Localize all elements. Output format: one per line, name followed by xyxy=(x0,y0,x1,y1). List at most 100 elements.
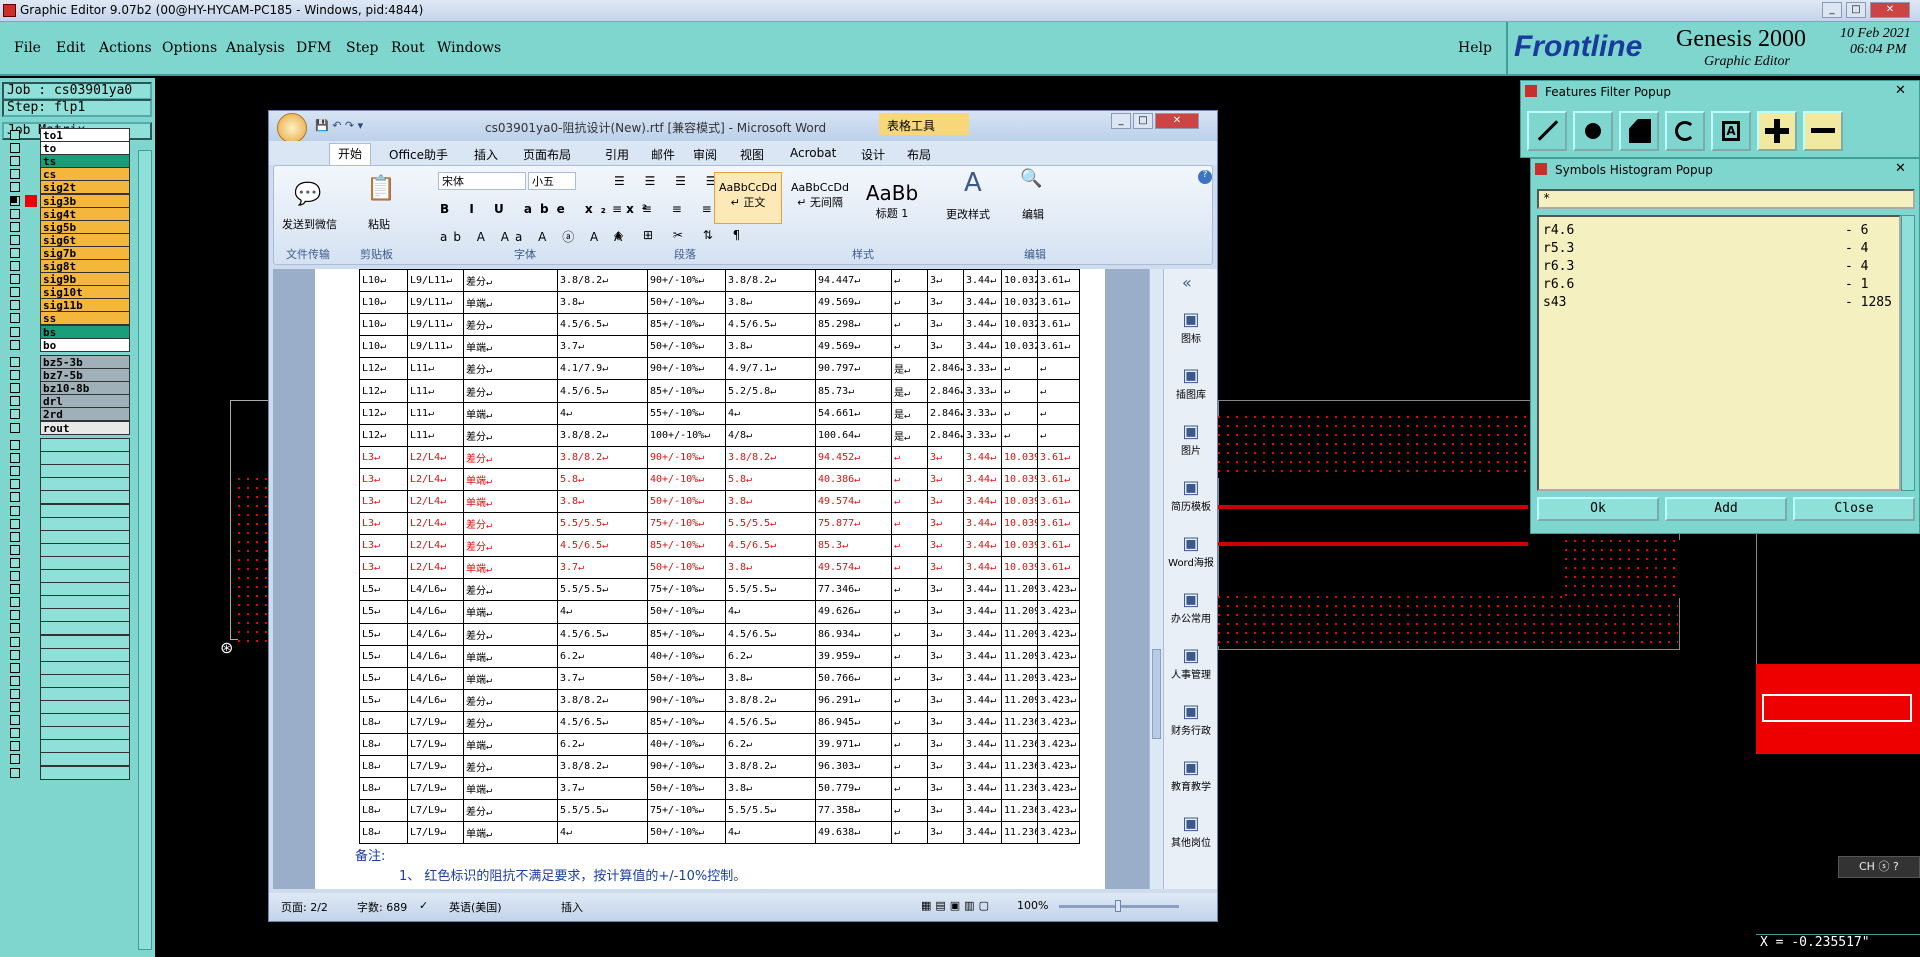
table-cell[interactable]: 单端↵ xyxy=(463,401,558,425)
table-cell[interactable]: L5↵ xyxy=(359,600,408,624)
table-cell[interactable]: ↵ xyxy=(891,755,928,779)
table-cell[interactable]: 3.44↵ xyxy=(963,335,1002,359)
table-cell[interactable]: 3↵ xyxy=(927,556,964,580)
layer-row[interactable] xyxy=(8,660,130,675)
layer-checkbox[interactable] xyxy=(10,715,20,726)
table-cell[interactable]: 3.44↵ xyxy=(963,556,1002,580)
table-cell[interactable]: 4.5/6.5↵ xyxy=(557,534,648,558)
table-cell[interactable]: 是↵ xyxy=(891,401,928,425)
table-cell[interactable]: L2/L4↵ xyxy=(407,512,464,536)
table-cell[interactable]: 86.934↵ xyxy=(815,622,892,646)
table-cell[interactable]: 2.846↵ xyxy=(927,423,964,447)
table-cell[interactable]: 10.039↵ xyxy=(1001,534,1038,558)
layer-checkbox[interactable] xyxy=(10,221,20,232)
table-cell[interactable]: 3↵ xyxy=(927,644,964,668)
table-cell[interactable]: ↵ xyxy=(891,777,928,801)
table-cell[interactable]: L5↵ xyxy=(359,666,408,690)
table-cell[interactable]: 3.44↵ xyxy=(963,534,1002,558)
table-cell[interactable]: 49.626↵ xyxy=(815,600,892,624)
table-cell[interactable]: 3.423↵ xyxy=(1037,777,1080,801)
table-cell[interactable]: 单端↵ xyxy=(463,467,558,491)
table-cell[interactable]: ↵ xyxy=(891,489,928,514)
scroll-thumb[interactable] xyxy=(1152,649,1161,739)
table-cell[interactable]: 3↵ xyxy=(927,799,964,823)
table-cell[interactable]: 49.574↵ xyxy=(815,556,892,580)
layer-checkbox[interactable] xyxy=(10,234,20,245)
table-cell[interactable]: 单端↵ xyxy=(463,489,558,514)
table-cell[interactable]: 3.44↵ xyxy=(963,666,1002,690)
side-panel-item[interactable]: ▣ 教育教学 xyxy=(1164,757,1218,793)
layer-checkbox[interactable] xyxy=(10,396,20,407)
edit-button[interactable]: 编辑 xyxy=(1022,206,1044,222)
table-cell[interactable]: 11.236↵ xyxy=(1001,799,1038,823)
table-cell[interactable]: 85+/-10%↵ xyxy=(647,710,726,734)
layer-row[interactable]: ss xyxy=(8,311,130,326)
table-cell[interactable]: 10.032↵ xyxy=(1001,335,1038,359)
table-cell[interactable]: 10.039↵ xyxy=(1001,512,1038,536)
layer-row[interactable] xyxy=(8,634,130,649)
table-cell[interactable]: 96.291↵ xyxy=(815,688,892,712)
layer-row[interactable] xyxy=(8,503,130,518)
table-cell[interactable]: 85+/-10%↵ xyxy=(647,534,726,558)
ribbon-tab[interactable]: 布局 xyxy=(907,146,931,163)
table-cell[interactable]: 是↵ xyxy=(891,423,928,447)
table-cell[interactable]: 3.33↵ xyxy=(963,379,1002,403)
table-cell[interactable]: 11.209↵ xyxy=(1001,644,1038,668)
table-cell[interactable]: 3.8/8.2↵ xyxy=(557,688,648,712)
table-cell[interactable]: 3↵ xyxy=(927,710,964,734)
table-cell[interactable]: 3.44↵ xyxy=(963,512,1002,536)
layer-row[interactable] xyxy=(8,569,130,583)
table-cell[interactable]: L5↵ xyxy=(359,622,408,646)
layer-checkbox[interactable] xyxy=(10,287,20,298)
table-cell[interactable]: 3.7↵ xyxy=(557,666,648,690)
layer-checkbox[interactable] xyxy=(10,409,20,420)
table-cell[interactable]: 单端↵ xyxy=(463,666,558,690)
table-cell[interactable]: L7/L9↵ xyxy=(407,821,464,845)
quick-access-icons[interactable]: 💾 ↶ ↷ ▾ xyxy=(315,119,363,132)
table-cell[interactable]: 单端↵ xyxy=(463,732,558,757)
table-cell[interactable]: 3.61↵ xyxy=(1037,467,1080,491)
table-cell[interactable]: 3.8/8.2↵ xyxy=(725,268,816,293)
document-page[interactable]: L10↵ L9/L11↵ 差分↵ 3.8/8.2↵ 90+/-10%↵ 3.8/8.2↵ 9… xyxy=(315,268,1105,889)
layer-row[interactable]: ts xyxy=(8,154,130,169)
layer-row[interactable]: sig9b xyxy=(8,272,130,287)
table-cell[interactable]: 90+/-10%↵ xyxy=(647,755,726,779)
table-cell[interactable]: 85+/-10%↵ xyxy=(647,379,726,403)
table-cell[interactable]: 3.44↵ xyxy=(963,622,1002,646)
side-panel-item[interactable]: ▣ 简历模板 xyxy=(1164,477,1218,513)
table-cell[interactable]: 50+/-10%↵ xyxy=(647,666,726,690)
table-cell[interactable]: ↵ xyxy=(891,313,928,337)
status-insert-mode[interactable]: 插入 xyxy=(561,899,583,915)
table-cell[interactable]: L4/L6↵ xyxy=(407,600,464,624)
table-cell[interactable]: 3↵ xyxy=(927,291,964,315)
table-cell[interactable]: 6.2↵ xyxy=(725,644,816,668)
table-cell[interactable]: L3↵ xyxy=(359,489,408,514)
table-cell[interactable]: 10.032↵ xyxy=(1001,313,1038,337)
layer-row[interactable]: bz5-3b xyxy=(8,355,130,369)
layer-checkbox[interactable] xyxy=(10,326,20,337)
ribbon-tab[interactable]: Office助手 xyxy=(389,146,448,163)
table-cell[interactable]: L2/L4↵ xyxy=(407,556,464,580)
layer-row[interactable]: bo xyxy=(8,337,130,352)
table-cell[interactable]: 4.5/6.5↵ xyxy=(725,534,816,558)
layer-row[interactable]: sig5b xyxy=(8,219,130,234)
ribbon-tab[interactable]: 插入 xyxy=(474,146,498,163)
layer-row[interactable] xyxy=(8,608,130,623)
table-cell[interactable]: 3.44↵ xyxy=(963,799,1002,823)
table-cell[interactable]: L5↵ xyxy=(359,688,408,712)
table-cell[interactable]: 39.959↵ xyxy=(815,644,892,668)
layer-checkbox[interactable] xyxy=(10,767,20,778)
layer-checkbox[interactable] xyxy=(10,636,20,647)
layer-checkbox[interactable] xyxy=(10,182,20,193)
table-cell[interactable]: 50+/-10%↵ xyxy=(647,600,726,624)
table-cell[interactable]: L8↵ xyxy=(359,777,408,801)
layer-checkbox[interactable] xyxy=(10,370,20,381)
style-item[interactable]: AaBbCcDd ↵ 无间隔 xyxy=(786,172,854,224)
table-cell[interactable]: 3.44↵ xyxy=(963,291,1002,315)
table-cell[interactable]: 3.8↵ xyxy=(725,291,816,315)
table-cell[interactable]: 单端↵ xyxy=(463,335,558,359)
layer-checkbox[interactable] xyxy=(10,662,20,673)
table-cell[interactable]: 3.61↵ xyxy=(1037,512,1080,536)
table-cell[interactable]: 10.039↵ xyxy=(1001,445,1038,469)
table-cell[interactable]: 3.8/8.2↵ xyxy=(725,755,816,779)
